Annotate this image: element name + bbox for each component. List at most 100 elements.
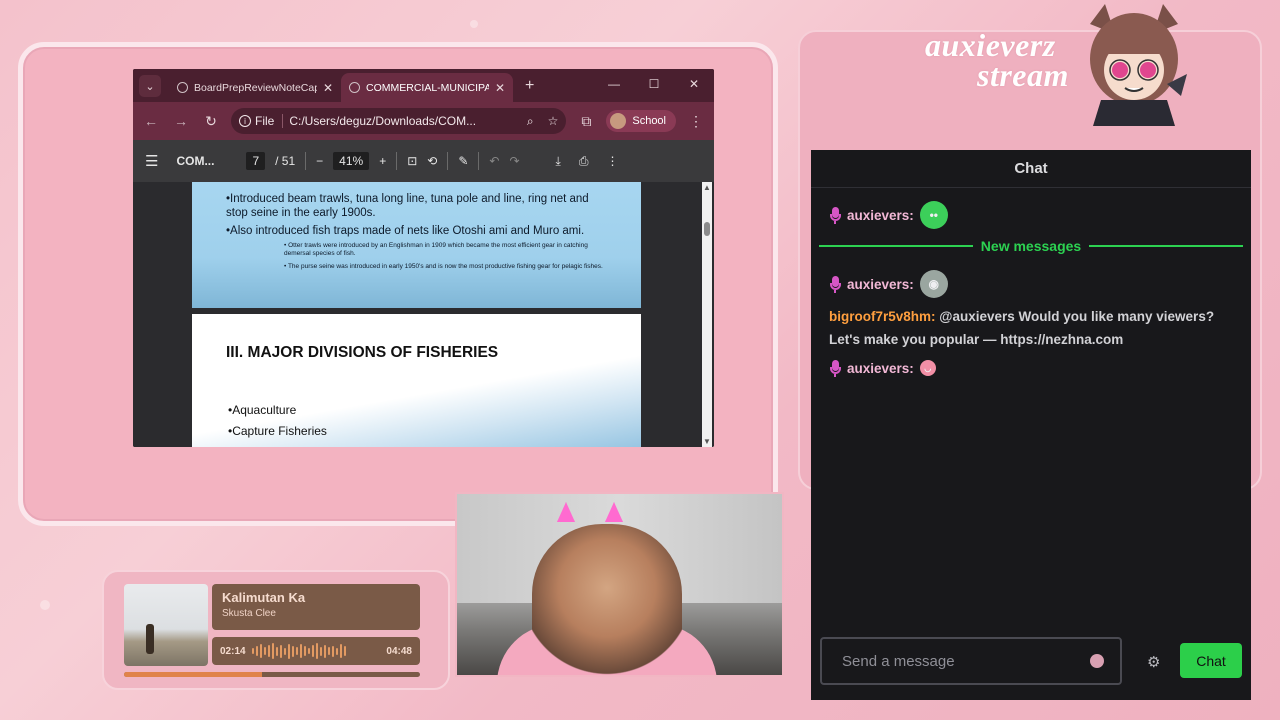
waveform-bar <box>275 646 278 656</box>
total-time: 04:48 <box>386 645 412 657</box>
waveform-bar <box>327 647 330 655</box>
close-icon[interactable]: ✕ <box>323 81 333 95</box>
tab-commercial-municipal[interactable]: COMMERCIAL-MUNICIPAL ✕ <box>341 73 513 102</box>
page-number-input[interactable]: 7 <box>246 152 266 170</box>
forward-arrow-icon[interactable]: → <box>171 113 191 129</box>
back-arrow-icon[interactable]: ← <box>141 113 161 129</box>
tab-label: BoardPrepReviewNoteCap <box>194 81 317 94</box>
scroll-up-icon[interactable]: ▲ <box>703 183 711 192</box>
globe-icon <box>177 82 188 93</box>
emoji-picker-icon[interactable] <box>1090 654 1104 668</box>
redo-icon[interactable]: ↷ <box>509 154 519 168</box>
waveform-bar <box>291 645 294 657</box>
menu-icon[interactable]: ☰ <box>145 152 158 170</box>
chat-username[interactable]: auxievers: <box>847 361 914 376</box>
waveform-bar <box>319 646 322 656</box>
slide-subbullet: • Otter trawls were introduced by an Eng… <box>284 242 588 257</box>
url-text: C:/Users/deguz/Downloads/COM... <box>289 114 477 128</box>
maximize-icon[interactable]: ☐ <box>634 69 674 99</box>
waveform-bar <box>295 647 298 655</box>
puzzle-icon[interactable]: ⧉ <box>576 113 596 130</box>
chat-username[interactable]: auxievers: <box>847 208 914 223</box>
webcam-feed <box>455 492 784 677</box>
search-icon[interactable]: ⌕ <box>527 114 534 129</box>
chat-username[interactable]: bigroof7r5v8hm: <box>829 309 936 324</box>
minimize-icon[interactable]: — <box>594 69 634 99</box>
waveform-bar <box>251 648 254 654</box>
microphone-icon <box>829 276 841 293</box>
waveform-bar <box>339 644 342 658</box>
logo-line-2: stream <box>977 57 1069 93</box>
address-bar[interactable]: i File C:/Users/deguz/Downloads/COM... ⌕… <box>231 108 567 134</box>
file-chip[interactable]: i File <box>239 114 284 128</box>
avatar <box>610 113 627 129</box>
fit-page-icon[interactable]: ⊡ <box>407 154 417 168</box>
annotate-icon[interactable]: ✎ <box>458 154 468 168</box>
divider-line <box>819 245 973 247</box>
rotate-icon[interactable]: ⟲ <box>427 154 437 168</box>
emote-icon: ◉ <box>919 270 948 298</box>
chevron-down-icon[interactable]: ⌄ <box>139 75 161 97</box>
scrollbar[interactable]: ▲ ▼ <box>702 182 712 447</box>
slide-heading: III. MAJOR DIVISIONS OF FISHERIES <box>226 344 499 361</box>
song-title: Kalimutan Ka <box>222 590 306 605</box>
waveform-bar <box>335 647 338 655</box>
chat-input-placeholder: Send a message <box>842 652 955 670</box>
waveform-bar <box>279 644 282 658</box>
mascot-avatar <box>1090 4 1187 126</box>
waveform-bar <box>343 646 346 656</box>
globe-icon <box>349 82 360 93</box>
kebab-menu-icon[interactable]: ⋮ <box>686 113 706 130</box>
pdf-viewer[interactable]: •Introduced beam trawls, tuna long line,… <box>133 182 714 447</box>
tab-boardprep[interactable]: BoardPrepReviewNoteCap ✕ <box>169 73 341 102</box>
chat-send-button[interactable]: Chat <box>1180 643 1242 678</box>
undo-icon[interactable]: ↶ <box>489 154 499 168</box>
waveform-bar <box>331 645 334 657</box>
profile-button[interactable]: School <box>606 110 676 132</box>
gear-icon[interactable]: ⚙ <box>1147 653 1160 671</box>
chat-message: bigroof7r5v8hm: @auxievers Would you lik… <box>829 305 1229 351</box>
bg-sparkle <box>40 600 50 610</box>
waveform-bar <box>267 645 270 657</box>
song-artist: Skusta Clee <box>222 608 276 619</box>
tab-bar: ⌄ BoardPrepReviewNoteCap ✕ COMMERCIAL-MU… <box>133 69 714 102</box>
song-info: Kalimutan Ka Skusta Clee <box>212 584 420 630</box>
waveform-bar <box>311 645 314 657</box>
waveform-bar <box>259 644 262 658</box>
download-icon[interactable]: ⤓ <box>556 154 561 169</box>
zoom-level[interactable]: 41% <box>333 152 370 170</box>
song-progress-bar <box>124 672 420 677</box>
zoom-in-icon[interactable]: + <box>379 154 386 168</box>
album-art <box>124 584 208 666</box>
close-icon[interactable]: ✕ <box>495 81 505 95</box>
divider <box>305 152 307 170</box>
plus-icon[interactable]: + <box>525 77 534 95</box>
chat-message: auxievers: •• <box>829 201 948 229</box>
page-total: / 51 <box>275 154 296 168</box>
waveform-bar <box>287 643 290 659</box>
scroll-down-icon[interactable]: ▼ <box>703 437 711 446</box>
webcam-person <box>532 524 682 675</box>
slide-subbullet: • The purse seine was introduced in earl… <box>284 263 603 270</box>
print-icon[interactable]: ⎙ <box>579 154 589 169</box>
chat-message: auxievers: ◡ <box>829 360 936 377</box>
slide-bullet: •Introduced beam trawls, tuna long line,… <box>226 193 589 219</box>
address-toolbar: ← → ↻ i File C:/Users/deguz/Downloads/CO… <box>133 102 714 140</box>
close-window-icon[interactable]: ✕ <box>674 69 714 99</box>
pdf-page-8: III. MAJOR DIVISIONS OF FISHERIES •Aquac… <box>192 314 641 447</box>
chat-header: Chat <box>811 150 1251 188</box>
zoom-out-icon[interactable]: − <box>316 154 323 168</box>
kebab-menu-icon[interactable]: ⋮ <box>606 154 618 168</box>
waveform-bar <box>303 646 306 656</box>
waveform-bar <box>271 643 274 659</box>
profile-label: School <box>632 115 666 127</box>
divider <box>447 152 449 170</box>
stream-logo: auxieverz stream <box>925 29 1069 93</box>
divider-line <box>1089 245 1243 247</box>
reload-icon[interactable]: ↻ <box>201 113 221 130</box>
song-timeline: 02:14 04:48 <box>212 637 420 665</box>
chat-username[interactable]: auxievers: <box>847 277 914 292</box>
scroll-thumb[interactable] <box>704 222 710 236</box>
chat-input[interactable]: Send a message <box>820 637 1122 685</box>
star-icon[interactable]: ☆ <box>548 114 559 128</box>
